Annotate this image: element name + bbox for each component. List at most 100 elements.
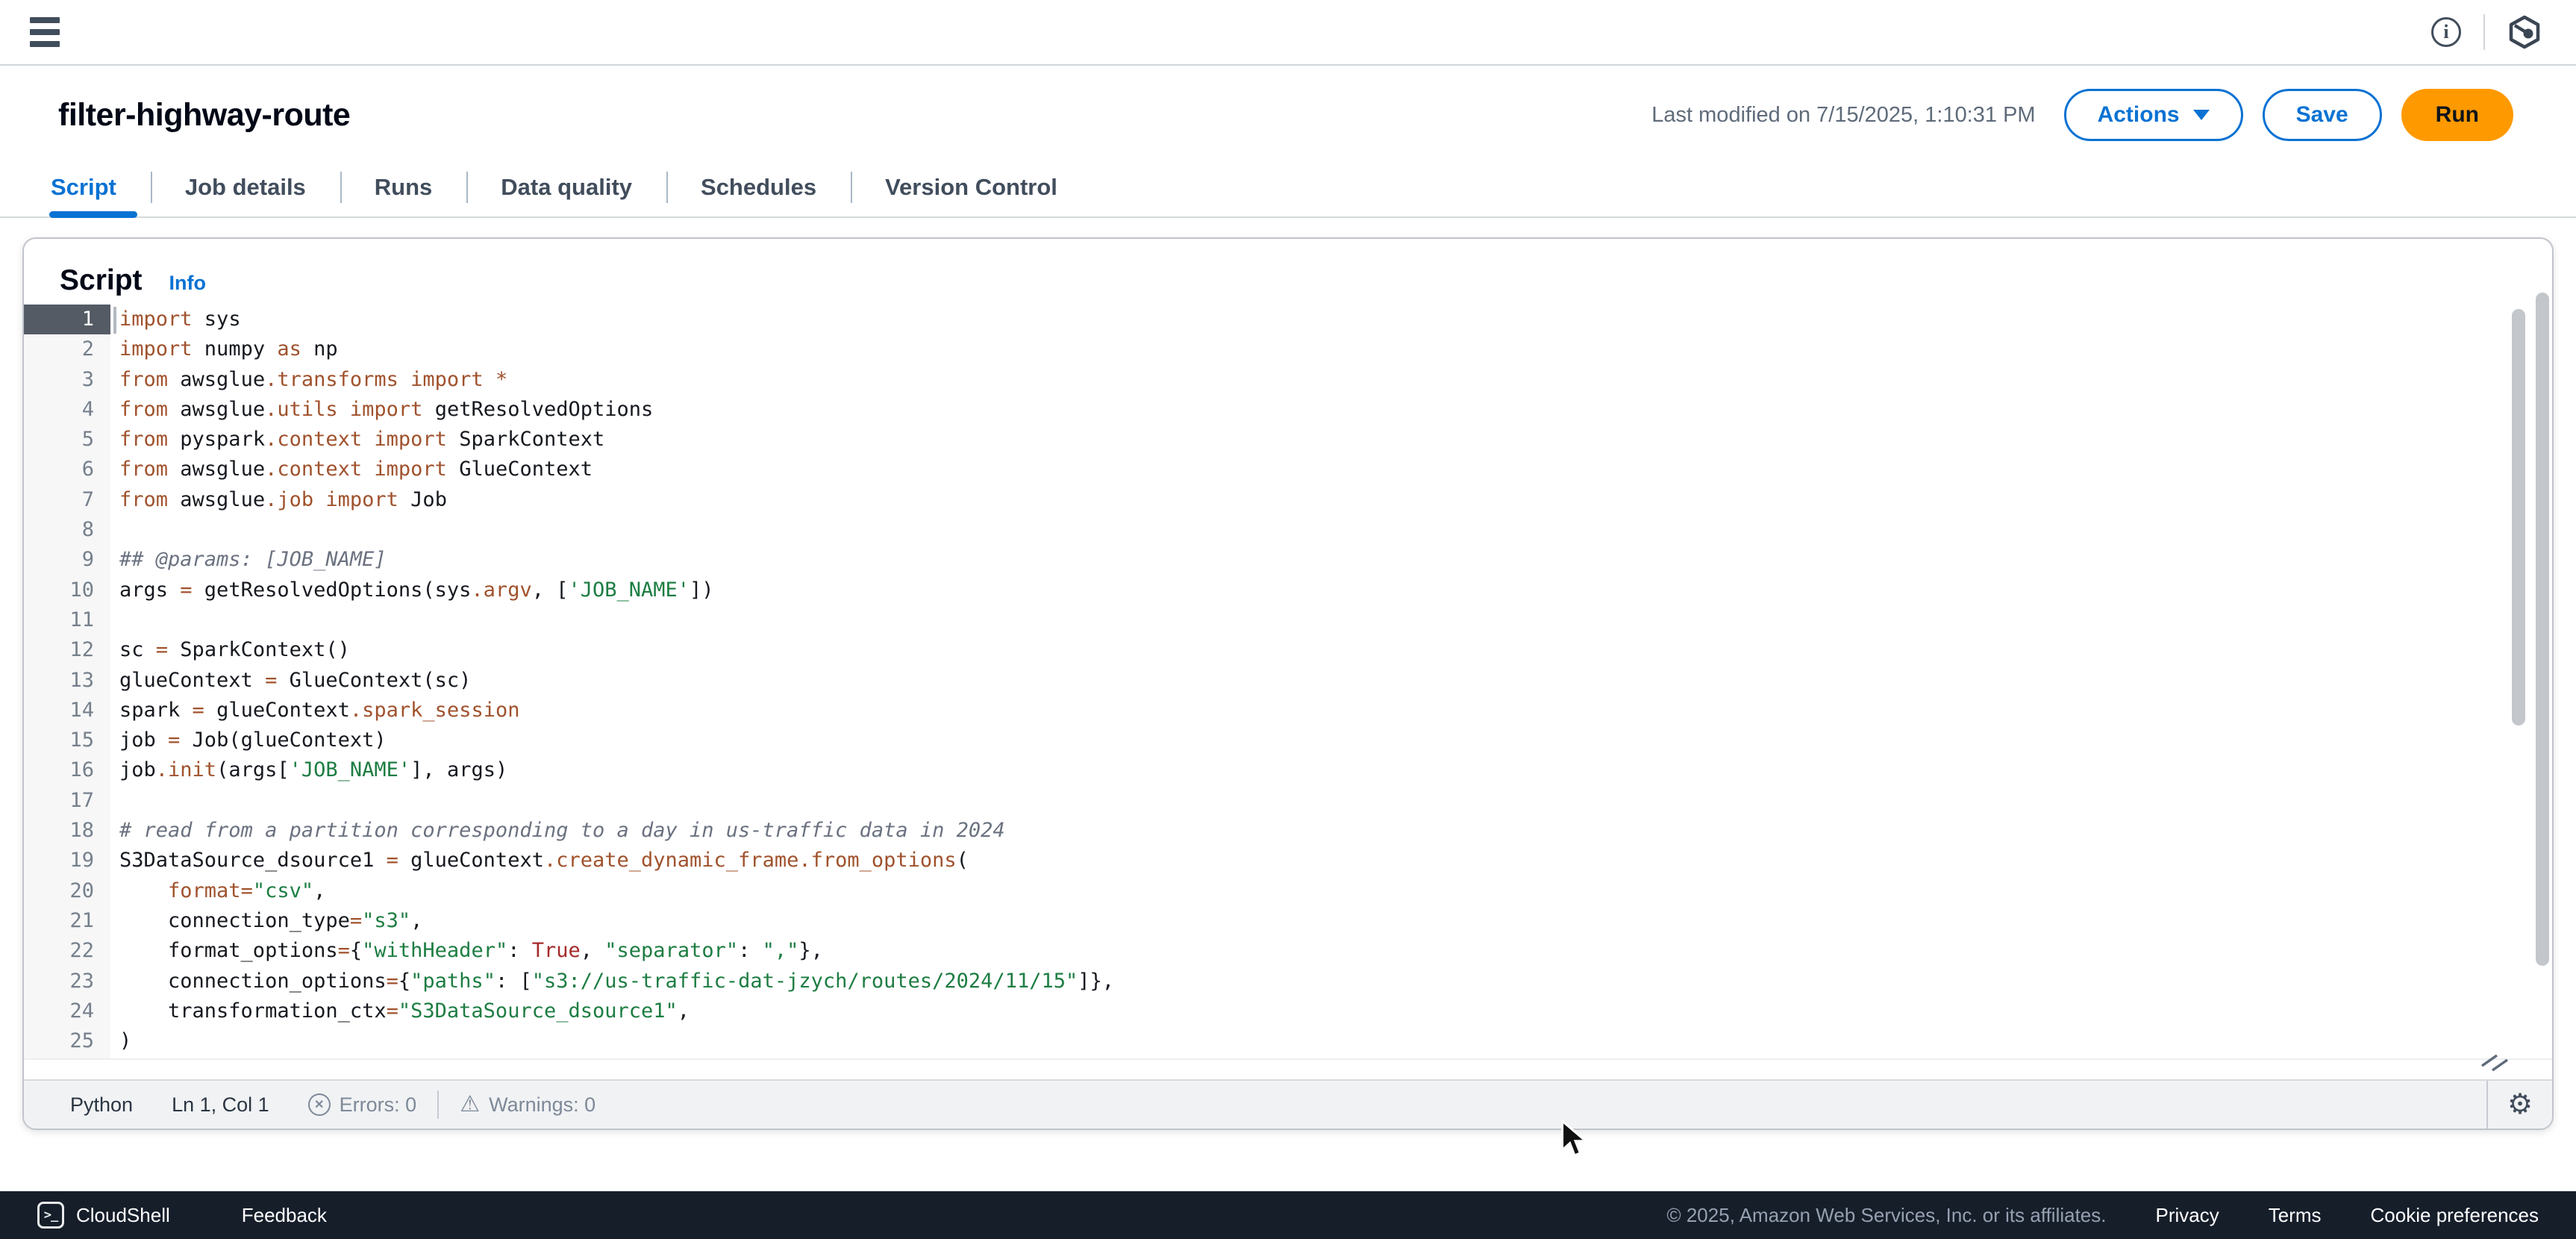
tab-script[interactable]: Script <box>49 158 151 216</box>
code-line[interactable]: from awsglue.utils import getResolvedOpt… <box>110 395 2507 425</box>
code-token: awsglue <box>168 488 265 511</box>
gutter-line-number[interactable]: 13 <box>24 666 110 696</box>
code-line[interactable] <box>110 605 2507 635</box>
code-token: ## @params: [JOB_NAME] <box>119 548 387 571</box>
editor-resize-handle[interactable] <box>2480 1052 2512 1072</box>
gutter-line-number[interactable]: 20 <box>24 876 110 906</box>
code-line[interactable]: connection_options={"paths": ["s3://us-t… <box>110 967 2507 996</box>
actions-dropdown-button[interactable]: Actions <box>2064 89 2243 141</box>
console-footer: >_ CloudShell Feedback © 2025, Amazon We… <box>0 1191 2576 1239</box>
code-token: glueContext <box>398 849 544 872</box>
code-line[interactable]: job.init(args['JOB_NAME'], args) <box>110 755 2507 785</box>
tab-version-control[interactable]: Version Control <box>851 158 1092 216</box>
gutter-line-number[interactable]: 18 <box>24 816 110 846</box>
gutter-line-number[interactable]: 15 <box>24 725 110 755</box>
code-token: "s3://us-traffic-dat-jzych/routes/2024/1… <box>532 970 1078 993</box>
gutter-line-number[interactable]: 12 <box>24 635 110 665</box>
save-button[interactable]: Save <box>2263 89 2382 141</box>
editor-settings-cell[interactable]: ⚙ <box>2486 1081 2552 1129</box>
gutter-line-number[interactable]: 2 <box>24 334 110 364</box>
code-token: "S3DataSource_dsource1" <box>398 999 678 1023</box>
code-line[interactable]: spark = glueContext.spark_session <box>110 696 2507 725</box>
code-token: "csv" <box>253 879 313 902</box>
code-token: from <box>119 488 168 511</box>
gutter-line-number[interactable]: 21 <box>24 906 110 936</box>
gutter-line-number[interactable]: 4 <box>24 395 110 425</box>
gutter-line-number[interactable]: 3 <box>24 365 110 395</box>
tab-job-details[interactable]: Job details <box>151 158 340 216</box>
code-token: = <box>387 970 398 993</box>
editor-vertical-scrollbar[interactable] <box>2512 309 2525 725</box>
run-button[interactable]: Run <box>2401 89 2513 141</box>
gutter-line-number[interactable]: 5 <box>24 425 110 455</box>
page-title: filter-highway-route <box>58 97 350 134</box>
code-line[interactable]: ) <box>110 1026 2507 1056</box>
code-line[interactable]: from awsglue.context import GlueContext <box>110 455 2507 484</box>
code-line[interactable]: from awsglue.job import Job <box>110 485 2507 515</box>
gutter-line-number[interactable]: 7 <box>24 485 110 515</box>
gutter-line-number[interactable]: 6 <box>24 455 110 484</box>
cursor-position-indicator: Ln 1, Col 1 <box>172 1093 269 1117</box>
code-token: { <box>398 970 410 993</box>
tab-runs[interactable]: Runs <box>340 158 467 216</box>
code-token: "paths" <box>410 970 495 993</box>
hamburger-menu-icon[interactable] <box>30 17 60 47</box>
code-line[interactable]: args = getResolvedOptions(sys.argv, ['JO… <box>110 575 2507 605</box>
code-line[interactable] <box>110 515 2507 545</box>
code-line[interactable]: from awsglue.transforms import * <box>110 365 2507 395</box>
gutter-line-number[interactable]: 16 <box>24 755 110 785</box>
terms-link[interactable]: Terms <box>2269 1204 2322 1227</box>
code-editor[interactable]: 1234567891011121314151617181920212223242… <box>24 305 2552 1060</box>
code-line[interactable]: from pyspark.context import SparkContext <box>110 425 2507 455</box>
code-line[interactable]: job = Job(glueContext) <box>110 725 2507 755</box>
aws-glue-service-icon[interactable] <box>2507 15 2542 49</box>
tab-schedules[interactable]: Schedules <box>666 158 851 216</box>
gutter-line-number[interactable]: 11 <box>24 605 110 635</box>
code-token: import <box>374 458 447 481</box>
gutter-line-number[interactable]: 19 <box>24 846 110 876</box>
gutter-line-number[interactable]: 22 <box>24 936 110 966</box>
privacy-link[interactable]: Privacy <box>2156 1204 2219 1227</box>
gutter-line-number[interactable]: 9 <box>24 545 110 575</box>
code-line[interactable]: import sys <box>110 305 2507 334</box>
page-vertical-scrollbar[interactable] <box>2536 293 2549 966</box>
gutter-line-number[interactable]: 24 <box>24 996 110 1026</box>
text-cursor-caret <box>113 307 116 334</box>
gutter-line-number[interactable]: 23 <box>24 967 110 996</box>
gutter-line-number[interactable]: 25 <box>24 1026 110 1056</box>
code-line[interactable]: import numpy as np <box>110 334 2507 364</box>
code-line[interactable]: format="csv", <box>110 876 2507 906</box>
info-icon[interactable]: i <box>2431 17 2461 47</box>
code-line[interactable]: transformation_ctx="S3DataSource_dsource… <box>110 996 2507 1026</box>
code-line[interactable]: sc = SparkContext() <box>110 635 2507 665</box>
code-line[interactable]: format_options={"withHeader": True, "sep… <box>110 936 2507 966</box>
code-token <box>398 368 410 391</box>
info-link[interactable]: Info <box>169 272 206 295</box>
code-line[interactable]: connection_type="s3", <box>110 906 2507 936</box>
code-token: ) <box>119 1029 131 1052</box>
code-line[interactable]: S3DataSource_dsource1 = glueContext.crea… <box>110 846 2507 876</box>
code-token: ]}, <box>1078 970 1114 993</box>
gutter-line-number[interactable]: 1 <box>24 305 110 334</box>
cookie-preferences-link[interactable]: Cookie preferences <box>2371 1204 2539 1227</box>
code-token: "," <box>763 939 799 962</box>
run-button-label: Run <box>2436 102 2479 128</box>
gutter-line-number[interactable]: 8 <box>24 515 110 545</box>
code-token: import <box>374 428 447 451</box>
gutter-line-number[interactable]: 14 <box>24 696 110 725</box>
code-token: Job(glueContext) <box>180 728 386 752</box>
tab-data-quality[interactable]: Data quality <box>466 158 666 216</box>
code-line[interactable]: glueContext = GlueContext(sc) <box>110 666 2507 696</box>
cloudshell-button[interactable]: >_ CloudShell <box>37 1202 170 1229</box>
code-line[interactable] <box>110 786 2507 816</box>
code-line[interactable]: ## @params: [JOB_NAME] <box>110 545 2507 575</box>
code-line[interactable] <box>110 1056 2507 1060</box>
gutter-line-number[interactable]: 10 <box>24 575 110 605</box>
save-button-label: Save <box>2296 102 2348 128</box>
code-token: = <box>350 909 362 932</box>
feedback-link[interactable]: Feedback <box>242 1204 327 1227</box>
gutter-line-number[interactable]: 17 <box>24 786 110 816</box>
gutter-line-number[interactable]: 26 <box>24 1056 110 1060</box>
code-token: Job <box>398 488 447 511</box>
code-line[interactable]: # read from a partition corresponding to… <box>110 816 2507 846</box>
